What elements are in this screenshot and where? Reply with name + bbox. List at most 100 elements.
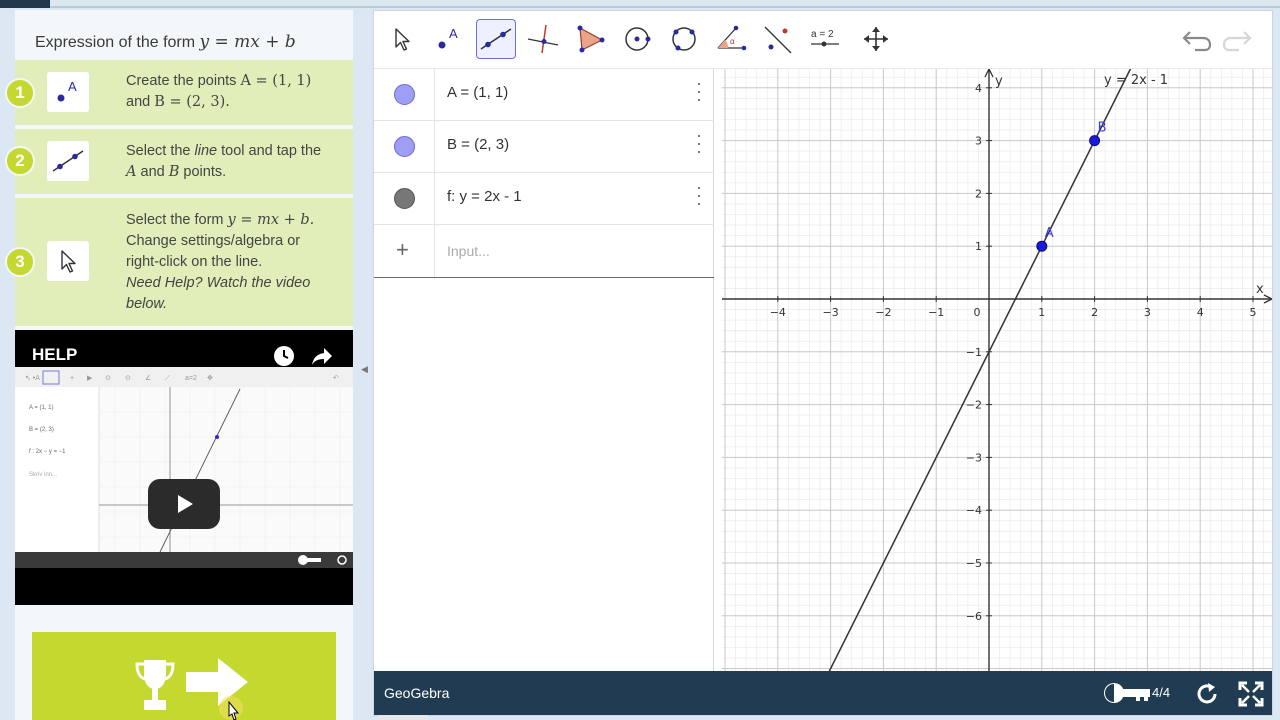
svg-text:⊙: ⊙ bbox=[105, 375, 111, 382]
geogebra-app: A α a = 2 A = (1, 1) · · · B = (2, 3) · … bbox=[373, 10, 1273, 720]
more-menu-icon[interactable]: · · · bbox=[696, 74, 702, 108]
step-text-emphasis: line bbox=[194, 143, 218, 159]
undo-icon[interactable] bbox=[1180, 25, 1214, 55]
coordinate-plane[interactable]: x y −4 −3 −2 −1 0 1 2 3 4 5 4 3 2 1 −1 −2 −3 −4 −5 −6 y = 2x -… bbox=[722, 69, 1272, 671]
activity-panel: Expression of the form y = mx + b 1 A Cr… bbox=[5, 10, 353, 720]
toolbar: A α a = 2 bbox=[374, 11, 1272, 69]
svg-text:α: α bbox=[730, 37, 735, 46]
slider-tool-icon[interactable]: a = 2 bbox=[805, 19, 845, 59]
line-tool-icon[interactable] bbox=[47, 141, 89, 181]
play-icon[interactable] bbox=[148, 479, 220, 529]
step-number: 3 bbox=[5, 247, 35, 277]
step-text-part: tool and tap the bbox=[217, 143, 322, 159]
point-label-B: B bbox=[1098, 121, 1107, 136]
x-tick-label: −3 bbox=[822, 306, 838, 319]
y-tick-label: 3 bbox=[975, 135, 982, 148]
bottom-bar: GeoGebra 4/4 bbox=[374, 671, 1272, 715]
thumb-row: B = (2, 3) bbox=[29, 427, 54, 433]
row-separator bbox=[434, 69, 435, 120]
next-activity-card[interactable] bbox=[32, 632, 336, 720]
mouse-cursor-icon bbox=[218, 694, 248, 720]
point-tool-icon[interactable]: A bbox=[429, 19, 469, 59]
more-menu-icon[interactable]: · · · bbox=[696, 178, 702, 212]
algebra-entry[interactable]: f: y = 2x - 1 bbox=[447, 188, 522, 205]
svg-text:∠: ∠ bbox=[145, 374, 151, 382]
y-tick-label: 4 bbox=[975, 82, 982, 95]
help-video[interactable]: HELP ↖ •A + ▶ ⊙ ⊙ ∠ ⟋ a=2 ✥ ↶ A = (1, 1) bbox=[15, 330, 353, 605]
move-graphics-tool-icon[interactable] bbox=[856, 19, 896, 59]
step-text-part: Select the form bbox=[126, 212, 228, 228]
move-tool-icon[interactable] bbox=[47, 241, 89, 281]
fullscreen-icon[interactable] bbox=[1238, 681, 1264, 712]
row-separator bbox=[434, 121, 435, 172]
visibility-toggle[interactable] bbox=[394, 84, 415, 105]
algebra-row-B[interactable]: B = (2, 3) · · · bbox=[374, 121, 714, 173]
perpendicular-tool-icon[interactable] bbox=[523, 19, 563, 59]
step-text-line: right-click on the line. bbox=[126, 254, 263, 270]
help-hint: Need Help? Watch the video bbox=[126, 275, 311, 291]
x-tick-label: −1 bbox=[928, 306, 944, 319]
x-tick-label: −4 bbox=[770, 306, 786, 319]
move-tool-icon[interactable] bbox=[382, 19, 422, 59]
redo-icon[interactable] bbox=[1220, 25, 1254, 55]
y-axis-label: y bbox=[995, 74, 1003, 89]
collapse-arrow-icon[interactable]: ◀ bbox=[361, 364, 368, 375]
graphics-view[interactable]: x y −4 −3 −2 −1 0 1 2 3 4 5 4 3 2 1 −1 −2 −3 −4 −5 −6 y = 2x -… bbox=[722, 69, 1272, 671]
trophy-icon bbox=[135, 658, 175, 719]
svg-text:A: A bbox=[68, 79, 77, 94]
svg-text:▶: ▶ bbox=[87, 375, 93, 382]
thumb-row: f : 2x − y = −1 bbox=[29, 449, 66, 455]
video-thumbnail: ↖ •A + ▶ ⊙ ⊙ ∠ ⟋ a=2 ✥ ↶ A = (1, 1) B = (2, 3)… bbox=[15, 367, 353, 552]
step-1-text: Create the points A = (1, 1) and B = (2,… bbox=[126, 71, 341, 113]
page-counter: 4/4 bbox=[1152, 685, 1171, 700]
step-math: A bbox=[126, 164, 137, 180]
y-tick-label: −2 bbox=[966, 399, 982, 412]
visibility-toggle[interactable] bbox=[394, 136, 415, 157]
panel-divider[interactable]: ◀ bbox=[353, 10, 373, 720]
top-strip bbox=[0, 0, 1280, 8]
line-tool-icon[interactable] bbox=[476, 19, 516, 59]
algebra-entry[interactable]: A = (1, 1) bbox=[447, 84, 508, 101]
x-tick-label: 3 bbox=[1144, 306, 1151, 319]
svg-text:⟋: ⟋ bbox=[165, 374, 170, 382]
point-tool-icon[interactable]: A bbox=[47, 72, 89, 112]
circle-three-points-tool-icon[interactable] bbox=[664, 19, 704, 59]
line-f-label: y = 2x - 1 bbox=[1104, 73, 1168, 88]
visibility-toggle[interactable] bbox=[394, 188, 415, 209]
algebra-row-f[interactable]: f: y = 2x - 1 · · · bbox=[374, 173, 714, 225]
slider-tool-label: a = 2 bbox=[811, 29, 834, 40]
thumb-row: Skriv inn... bbox=[29, 472, 57, 478]
video-control-bar[interactable] bbox=[15, 552, 353, 568]
y-tick-label: −3 bbox=[966, 451, 982, 464]
add-icon[interactable]: + bbox=[396, 237, 409, 263]
step-1: 1 A Create the points A = (1, 1) and B =… bbox=[5, 60, 353, 125]
x-tick-label: 1 bbox=[1038, 306, 1045, 319]
step-math: y = mx + b. bbox=[227, 212, 315, 228]
activity-title: Expression of the form y = mx + b bbox=[35, 32, 296, 52]
point-B bbox=[1089, 135, 1101, 147]
svg-text:⊙: ⊙ bbox=[125, 375, 131, 382]
key-icon[interactable] bbox=[1102, 681, 1152, 710]
more-menu-icon[interactable]: · · · bbox=[696, 126, 702, 160]
step-text-part: Select the bbox=[126, 143, 195, 159]
row-separator bbox=[434, 173, 435, 224]
x-tick-label: 5 bbox=[1250, 306, 1257, 319]
circle-center-tool-icon[interactable] bbox=[617, 19, 657, 59]
algebra-row-A[interactable]: A = (1, 1) · · · bbox=[374, 69, 714, 121]
step-text-part: and bbox=[136, 164, 169, 180]
algebra-view: A = (1, 1) · · · B = (2, 3) · · · f: y = 2x … bbox=[374, 69, 714, 720]
step-text-part: and bbox=[126, 94, 155, 110]
svg-text:↖ •A: ↖ •A bbox=[25, 375, 40, 382]
y-tick-label: −6 bbox=[966, 610, 982, 623]
svg-text:↶: ↶ bbox=[333, 375, 339, 382]
angle-tool-icon[interactable]: α bbox=[711, 19, 751, 59]
algebra-entry[interactable]: B = (2, 3) bbox=[447, 136, 509, 153]
reset-icon[interactable] bbox=[1194, 681, 1220, 712]
algebra-input-row[interactable]: + Input... bbox=[374, 225, 714, 278]
polygon-tool-icon[interactable] bbox=[570, 19, 610, 59]
step-number: 1 bbox=[5, 78, 35, 108]
algebra-input[interactable]: Input... bbox=[447, 243, 490, 259]
step-text-line: Change settings/algebra or bbox=[126, 233, 301, 249]
reflect-tool-icon[interactable] bbox=[758, 19, 798, 59]
video-title: HELP bbox=[32, 345, 78, 364]
